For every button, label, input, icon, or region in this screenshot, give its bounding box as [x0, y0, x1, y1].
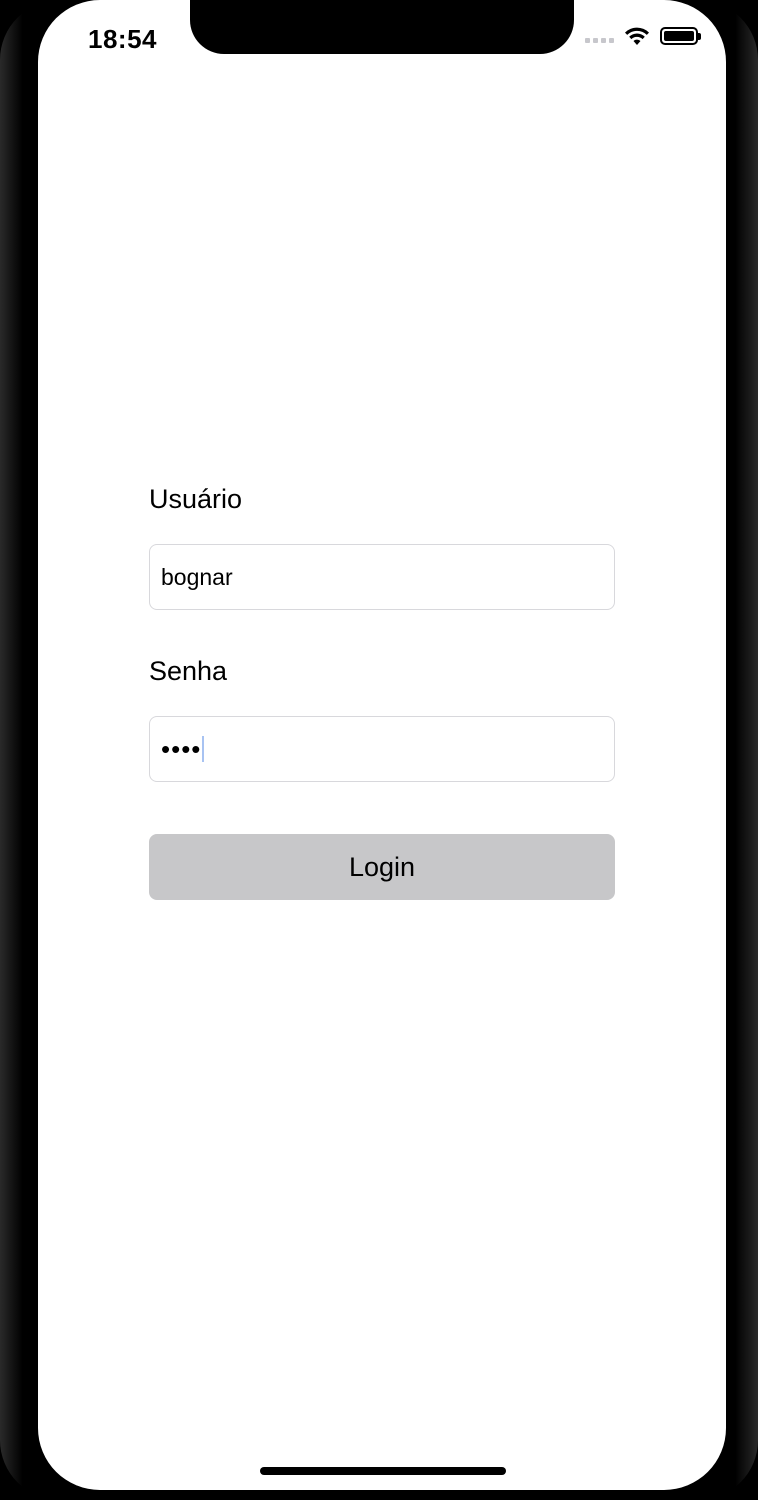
device-frame: 18:54 Usuário bognar Senha •••• Login — [0, 0, 758, 1500]
status-icons — [585, 26, 701, 46]
login-button[interactable]: Login — [149, 834, 615, 900]
username-input[interactable]: bognar — [149, 544, 615, 610]
wifi-icon — [625, 27, 649, 45]
username-value: bognar — [161, 563, 233, 590]
text-cursor — [202, 736, 205, 762]
password-label: Senha — [149, 656, 228, 686]
status-time: 18:54 — [88, 24, 157, 54]
app-screen: 18:54 Usuário bognar Senha •••• Login — [38, 0, 726, 1490]
password-input[interactable]: •••• — [149, 716, 615, 782]
password-masked-value: •••• — [161, 734, 202, 764]
device-notch — [190, 0, 574, 54]
login-form: Usuário bognar Senha •••• Login — [149, 480, 615, 900]
home-indicator[interactable] — [260, 1467, 506, 1475]
username-label: Usuário — [149, 484, 243, 514]
battery-icon — [660, 27, 701, 45]
cellular-signal-icon — [585, 37, 614, 43]
